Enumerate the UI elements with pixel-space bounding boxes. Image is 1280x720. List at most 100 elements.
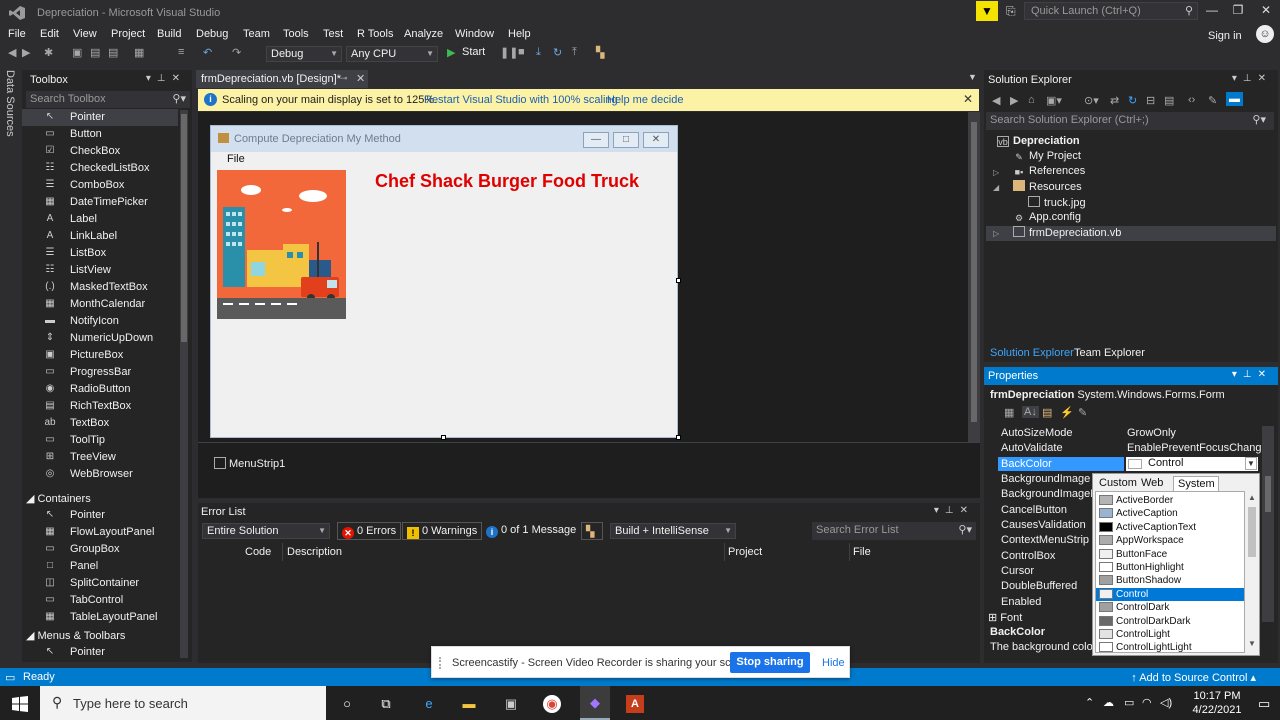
toolbox-item-label[interactable]: A Label bbox=[22, 211, 178, 228]
navigate-forward-icon[interactable]: ▶ bbox=[22, 46, 30, 59]
toolbox-item-tabcontrol[interactable]: ▭ TabControl bbox=[22, 592, 178, 609]
scroll-up-icon[interactable]: ▲ bbox=[1248, 493, 1256, 502]
menu-team[interactable]: Team bbox=[243, 28, 270, 40]
tree-item-truck-jpg[interactable]: truck.jpg bbox=[1028, 196, 1086, 211]
color-option[interactable]: ActiveCaption bbox=[1096, 507, 1244, 520]
component-menustrip1[interactable]: MenuStrip1 bbox=[229, 458, 285, 470]
color-option[interactable]: ButtonFace bbox=[1096, 548, 1244, 561]
toolbox-item-progressbar[interactable]: ▭ ProgressBar bbox=[22, 364, 178, 381]
chrome-icon[interactable]: ◉ bbox=[543, 695, 561, 713]
expand-icon[interactable]: ▷ bbox=[993, 229, 999, 238]
onedrive-icon[interactable]: ☁ bbox=[1103, 696, 1114, 709]
solution-configuration-select[interactable]: Debug ▼ bbox=[266, 46, 342, 62]
properties-scrollbar[interactable] bbox=[1262, 426, 1274, 622]
solution-explorer-search-input[interactable]: Search Solution Explorer (Ctrl+;) ⚲▾ bbox=[986, 112, 1274, 130]
property-object-selector[interactable]: frmDepreciation System.Windows.Forms.For… bbox=[990, 389, 1225, 401]
property-name-font[interactable]: ⊞ Font bbox=[988, 611, 1022, 624]
toolbox-item-notifyicon[interactable]: ▬ NotifyIcon bbox=[22, 313, 178, 330]
system-color-list[interactable]: ActiveBorder ActiveCaption ActiveCaptionTe… bbox=[1095, 491, 1245, 653]
panel-window-buttons[interactable]: ▾⊥✕ bbox=[1232, 73, 1272, 84]
tree-item-app-config[interactable]: ⚙ App.config bbox=[1013, 211, 1081, 226]
toolbox-item-splitcontainer[interactable]: ◫ SplitContainer bbox=[22, 575, 178, 592]
toolbox-group-containers[interactable]: ◢ Containers bbox=[26, 492, 91, 505]
property-name-backcolor[interactable]: BackColor bbox=[1001, 458, 1052, 470]
toolbox-scrollbar[interactable] bbox=[180, 110, 188, 658]
windows-start-icon[interactable] bbox=[12, 696, 28, 712]
color-picker-dropdown[interactable]: Custom Web System ActiveBorder ActiveCapt… bbox=[1092, 473, 1260, 656]
column-header-file[interactable]: File bbox=[853, 546, 871, 558]
chevron-down-icon[interactable]: ▼ bbox=[968, 72, 977, 82]
color-option[interactable]: Control bbox=[1096, 587, 1244, 601]
access-icon[interactable]: A bbox=[626, 695, 644, 713]
form-heading-label[interactable]: Chef Shack Burger Food Truck bbox=[375, 171, 639, 192]
step-over-icon[interactable]: ↻ bbox=[553, 46, 562, 59]
toolbox-layout-icon[interactable]: ▚ bbox=[596, 46, 604, 59]
taskbar-search-input[interactable]: ⚲ Type here to search bbox=[40, 686, 326, 720]
scrollbar-thumb[interactable] bbox=[1248, 507, 1256, 557]
restore-button[interactable]: ❐ bbox=[1228, 3, 1248, 17]
color-option[interactable]: ControlDarkDark bbox=[1096, 615, 1244, 628]
pending-changes-icon[interactable]: ⊙▾ bbox=[1084, 94, 1099, 107]
taskbar-clock[interactable]: 10:17 PM 4/22/2021 bbox=[1182, 689, 1252, 717]
start-button[interactable]: Start bbox=[462, 46, 485, 58]
toolbox-item-listbox[interactable]: ☰ ListBox bbox=[22, 245, 178, 262]
home-icon[interactable]: ⌂ bbox=[1028, 94, 1035, 106]
redo-icon[interactable]: ↷ bbox=[232, 46, 241, 59]
add-to-source-control-button[interactable]: ↑ Add to Source Control ▴ bbox=[1131, 671, 1256, 684]
tree-item-solution[interactable]: vb Depreciation bbox=[997, 135, 1080, 150]
toolbox-item-maskedtextbox[interactable]: (.) MaskedTextBox bbox=[22, 279, 178, 296]
account-icon[interactable]: ☺ bbox=[1256, 25, 1274, 43]
resize-handle[interactable] bbox=[676, 278, 681, 283]
panel-window-buttons[interactable]: ▾⊥✕ bbox=[1232, 369, 1272, 380]
backcolor-value-field[interactable]: Control ▼ bbox=[1126, 457, 1258, 471]
color-option[interactable]: ControlLight bbox=[1096, 628, 1244, 641]
toolbox-item-pointer[interactable]: ↖ Pointer bbox=[22, 507, 178, 524]
help-me-decide-link[interactable]: Help me decide bbox=[607, 94, 683, 106]
toolbox-item-panel[interactable]: □ Panel bbox=[22, 558, 178, 575]
toolbox-item-webbrowser[interactable]: ◎ WebBrowser bbox=[22, 466, 178, 483]
menu-file[interactable]: File bbox=[8, 28, 26, 40]
tab-frmdepreciation-design[interactable]: frmDepreciation.vb [Design]* ⊸ ✕ bbox=[196, 70, 368, 88]
property-name[interactable]: DoubleBuffered bbox=[1001, 580, 1077, 592]
errors-filter-button[interactable]: ✕ 0 Errors bbox=[337, 522, 402, 540]
properties-icon[interactable]: ✎ bbox=[1208, 94, 1217, 107]
save-icon[interactable]: ▤ bbox=[90, 46, 100, 59]
toolbox-item-numericupdown[interactable]: ⇕ NumericUpDown bbox=[22, 330, 178, 347]
toolbox-item-listview[interactable]: ☷ ListView bbox=[22, 262, 178, 279]
drag-handle-icon[interactable] bbox=[439, 657, 443, 669]
property-name[interactable]: Enabled bbox=[1001, 596, 1041, 608]
close-icon[interactable]: ✕ bbox=[963, 92, 973, 106]
tree-item-my-project[interactable]: ✎ My Project bbox=[1013, 150, 1081, 165]
sync-icon[interactable]: ⇄ bbox=[1110, 94, 1119, 107]
new-project-icon[interactable]: ✱ bbox=[44, 46, 53, 59]
tree-item-references[interactable]: ■▪ References bbox=[1013, 165, 1086, 180]
designed-form[interactable]: Compute Depreciation My Method — □ ✕ Fil… bbox=[210, 125, 678, 438]
toolbox-item-button[interactable]: ▭ Button bbox=[22, 126, 178, 143]
start-icon[interactable]: ▶ bbox=[447, 46, 455, 59]
toolbox-item-richtextbox[interactable]: ▤ RichTextBox bbox=[22, 398, 178, 415]
toolbox-item-treeview[interactable]: ⊞ TreeView bbox=[22, 449, 178, 466]
open-file-icon[interactable]: ▣ bbox=[72, 46, 82, 59]
tab-solution-explorer[interactable]: Solution Explorer bbox=[990, 347, 1074, 359]
data-sources-strip[interactable]: Data Sources bbox=[0, 68, 22, 668]
column-header-code[interactable]: Code bbox=[245, 546, 271, 558]
color-option[interactable]: ControlLightLight bbox=[1096, 641, 1244, 652]
panel-window-buttons[interactable]: ▾⊥✕ bbox=[146, 73, 186, 84]
property-name[interactable]: Cursor bbox=[1001, 565, 1034, 577]
save-all-icon[interactable]: ▤ bbox=[108, 46, 118, 59]
stop-icon[interactable]: ■ bbox=[518, 46, 525, 58]
property-name[interactable]: CancelButton bbox=[1001, 504, 1067, 516]
error-scope-select[interactable]: Entire Solution ▼ bbox=[202, 523, 330, 539]
menu-view[interactable]: View bbox=[73, 28, 97, 40]
color-option[interactable]: ActiveCaptionText bbox=[1096, 521, 1244, 534]
toolbox-search-input[interactable]: Search Toolbox ⚲▾ bbox=[26, 91, 190, 108]
menu-tools[interactable]: Tools bbox=[283, 28, 309, 40]
cortana-icon[interactable]: ○ bbox=[338, 695, 356, 713]
menu-window[interactable]: Window bbox=[455, 28, 494, 40]
save-all-2-icon[interactable]: ▦ bbox=[134, 46, 144, 59]
battery-icon[interactable]: ▭ bbox=[1124, 696, 1134, 709]
panel-window-buttons[interactable]: ▾⊥✕ bbox=[934, 505, 974, 516]
toolbox-item-datetimepicker[interactable]: ▦ DateTimePicker bbox=[22, 194, 178, 211]
feedback-icon[interactable]: ⎘ bbox=[1006, 4, 1016, 19]
quick-launch-input[interactable]: Quick Launch (Ctrl+Q) ⚲ bbox=[1024, 2, 1198, 20]
